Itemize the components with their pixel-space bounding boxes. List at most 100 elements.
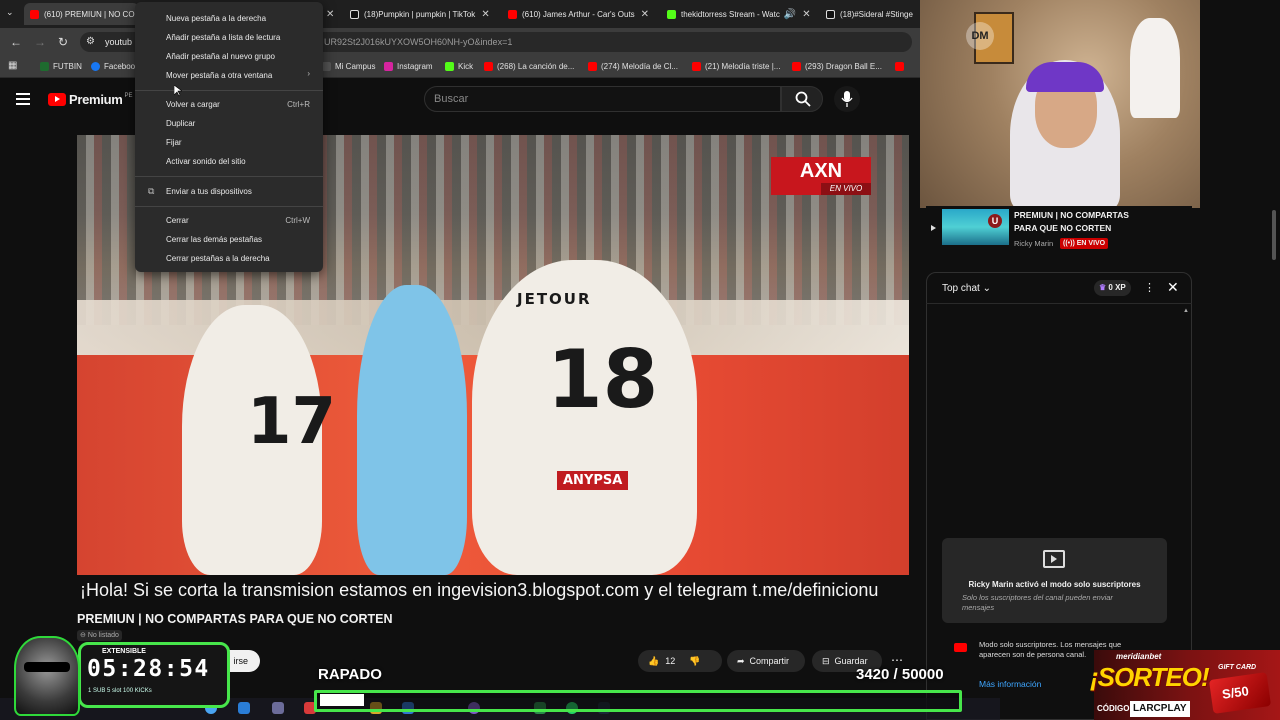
play-icon[interactable] (931, 225, 936, 231)
share-icon: ➦ (737, 655, 745, 666)
tab-label: thekidtorress Stream - Watc (681, 9, 780, 19)
close-icon[interactable]: ✕ (481, 9, 489, 20)
bookmark-yt-5[interactable] (895, 62, 908, 71)
menu-item-add-group[interactable]: Añadir pestaña al nuevo grupo (166, 52, 275, 61)
reload-icon[interactable]: ↻ (58, 35, 68, 49)
region-label: PE (124, 92, 133, 99)
tab-active[interactable]: (610) PREMIUN | NO CO (24, 3, 139, 25)
xp-badge[interactable]: ♛ 0 XP (1094, 280, 1131, 296)
bookmark-label: Instagram (397, 62, 433, 71)
dislike-icon[interactable]: 👎 (689, 656, 700, 667)
back-icon[interactable]: ← (10, 35, 22, 49)
brand-label: Premium (69, 92, 123, 107)
timer-label: EXTENSIBLE (102, 648, 146, 655)
menu-item-unmute-site[interactable]: Activar sonido del sitio (166, 157, 246, 166)
youtube-play-icon (48, 93, 66, 106)
sunglasses-icon (24, 662, 70, 672)
jersey-number: 18 (547, 333, 659, 426)
bookmark-yt-2[interactable]: (274) Melodía de Cl... (588, 62, 678, 71)
forward-icon[interactable]: → (34, 35, 46, 49)
bookmark-yt-1[interactable]: (268) La canción de... (484, 62, 574, 71)
chevron-right-icon: › (307, 69, 310, 78)
live-badge: ((•)) EN VIVO (1060, 238, 1109, 249)
tab-label: (610) James Arthur - Car's Outs (522, 9, 635, 19)
live-label: EN VIVO (1076, 240, 1106, 247)
chat-mode-dropdown[interactable]: Top chat ⌄ (942, 283, 991, 294)
tab-search-icon[interactable]: ⌄ (6, 7, 14, 18)
url-path[interactable]: UR92St2J016kUYXOW5OH60NH-yO&index=1 (324, 37, 512, 47)
bookmark-yt-3[interactable]: (21) Melodía triste |... (692, 62, 780, 71)
chat-mode-label: Top chat (942, 283, 980, 294)
apps-grid-icon[interactable]: ▦ (8, 60, 17, 71)
youtube-icon (692, 62, 701, 71)
goal-progress-fill (320, 694, 364, 706)
goal-progress-bar (314, 690, 962, 712)
tab-youtube-music[interactable]: (610) James Arthur - Car's Outs ✕ (508, 3, 654, 25)
bookmark-label: Kick (458, 62, 474, 71)
page-right-gutter (1200, 0, 1280, 720)
chevron-down-icon: ⌄ (982, 283, 991, 294)
scroll-up-icon[interactable]: ▲ (1183, 308, 1189, 314)
youtube-icon (484, 62, 493, 71)
menu-item-add-reading-list[interactable]: Añadir pestaña a lista de lectura (166, 33, 280, 42)
tiktok-favicon-icon (350, 9, 359, 19)
tab-tiktok-2[interactable]: (18)#Sideral #Stinge (826, 3, 916, 25)
mini-video-author[interactable]: Ricky Marin (1014, 239, 1053, 248)
search-input[interactable] (424, 86, 781, 112)
bookmark-futbin[interactable]: FUTBIN (40, 62, 82, 71)
bookmark-label: (21) Melodía triste |... (705, 62, 781, 71)
promo-brand: meridianbet (1116, 652, 1162, 661)
mini-video-title[interactable]: PREMIUN | NO COMPARTAS PARA QUE NO CORTE… (1014, 209, 1144, 235)
discord-icon[interactable] (272, 702, 284, 714)
menu-item-close-others[interactable]: Cerrar las demás pestañas (166, 235, 262, 244)
like-icon[interactable]: 👍 (648, 656, 659, 667)
more-actions-icon[interactable]: ⋯ (891, 653, 903, 667)
close-icon[interactable]: ✕ (1167, 279, 1179, 296)
menu-item-close[interactable]: Cerrar (166, 216, 189, 225)
live-tag: EN VIVO (821, 183, 871, 195)
scrollbar[interactable] (1272, 210, 1276, 260)
player-sky-blue (357, 285, 467, 575)
voice-search-button[interactable] (834, 86, 860, 112)
search-button[interactable] (781, 86, 823, 112)
like-count[interactable]: 12 (665, 656, 675, 666)
goal-title: RAPADO (318, 666, 382, 683)
like-dislike-group: 👍 12 👎 (638, 650, 722, 672)
menu-item-move-window[interactable]: Mover pestaña a otra ventana (166, 71, 272, 80)
bookmark-campus[interactable]: Mi Campus (322, 62, 375, 71)
menu-shortcut: Ctrl+R (287, 100, 310, 109)
bookmark-instagram[interactable]: Instagram (384, 62, 433, 71)
menu-item-new-tab-right[interactable]: Nueva pestaña a la derecha (166, 14, 266, 23)
audio-icon[interactable]: 🔊 (784, 9, 796, 20)
menu-icon[interactable] (16, 93, 30, 108)
menu-item-close-right[interactable]: Cerrar pestañas a la derecha (166, 254, 270, 263)
more-info-link[interactable]: Más información (979, 679, 1041, 689)
wall-jersey (1130, 18, 1180, 118)
stream-screen: ⌄ (610) PREMIUN | NO CO ✕ (18)Pumpkin | … (0, 0, 1280, 720)
bookmark-kick[interactable]: Kick (445, 62, 473, 71)
close-icon[interactable]: ✕ (641, 9, 649, 20)
chat-menu-icon[interactable]: ⋮ (1144, 281, 1155, 294)
site-info-icon[interactable]: ⚙ (86, 36, 95, 47)
timer-digits: 05:28:54 (87, 656, 210, 682)
menu-item-reload[interactable]: Volver a cargar (166, 100, 220, 109)
share-button[interactable]: ➦ Compartir (727, 650, 805, 672)
menu-item-pin[interactable]: Fijar (166, 138, 182, 147)
kick-icon (445, 62, 454, 71)
youtube-logo[interactable]: Premium PE (48, 92, 133, 107)
subscribers-only-text: Solo los suscriptores del canal pueden e… (962, 593, 1113, 612)
video-title: PREMIUN | NO COMPARTAS PARA QUE NO CORTE… (77, 612, 393, 626)
url-host[interactable]: youtub (105, 37, 132, 47)
search-icon (795, 91, 811, 107)
subscriptions-icon (1043, 550, 1065, 568)
tab-kick[interactable]: thekidtorress Stream - Watc 🔊 ✕ (667, 3, 812, 25)
bookmark-label: (274) Melodía de Cl... (601, 62, 678, 71)
tab-tiktok[interactable]: (18)Pumpkin | pumpkin | TikTok ✕ (350, 3, 495, 25)
menu-item-duplicate[interactable]: Duplicar (166, 119, 195, 128)
bookmark-facebook[interactable]: Faceboo (91, 62, 135, 71)
close-icon[interactable]: ✕ (802, 9, 810, 20)
edge-icon[interactable] (238, 702, 250, 714)
bookmark-yt-4[interactable]: (293) Dragon Ball E... (792, 62, 882, 71)
youtube-icon (588, 62, 597, 71)
menu-item-send-devices[interactable]: Enviar a tus dispositivos (166, 187, 252, 196)
